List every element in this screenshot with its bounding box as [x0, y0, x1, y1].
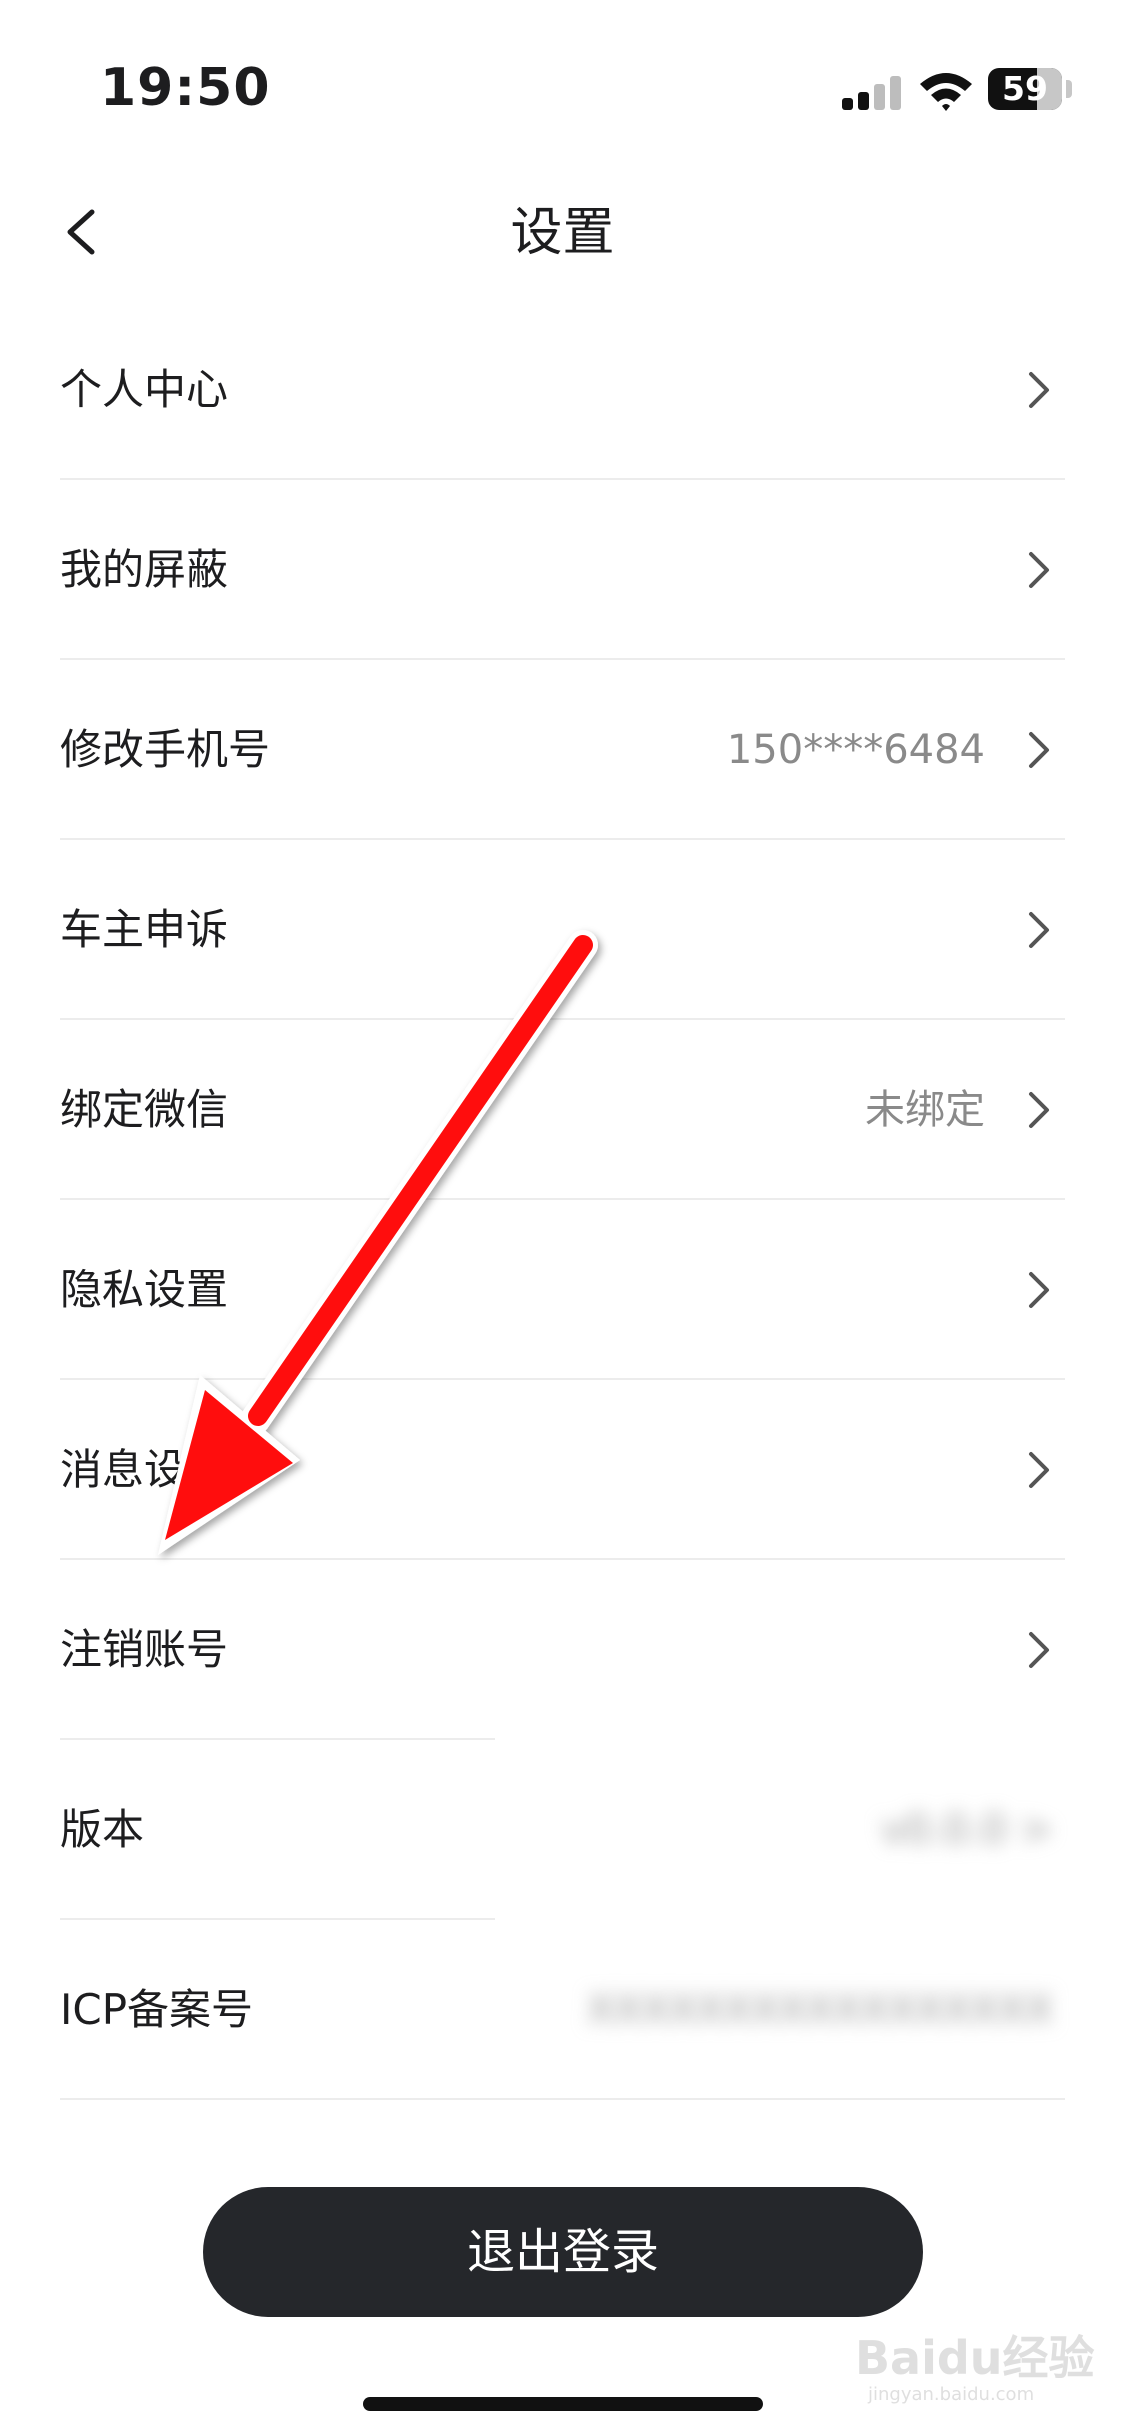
baidu-watermark: Baidu经验: [855, 2331, 1095, 2385]
row-label: 车主申诉: [60, 905, 229, 954]
chevron-right-icon: [1029, 732, 1049, 768]
settings-list: 个人中心 我的屏蔽 修改手机号 150****6484 车主申诉 绑定微信 未绑…: [0, 300, 1125, 2100]
row-label: 版本: [60, 1805, 145, 1854]
row-label: 注销账号: [60, 1625, 229, 1674]
row-privacy-settings[interactable]: 隐私设置: [0, 1200, 1125, 1380]
row-label: 我的屏蔽: [60, 545, 229, 594]
chevron-right-icon: [1029, 1632, 1049, 1668]
cellular-signal-icon: [842, 76, 902, 110]
row-delete-account[interactable]: 注销账号: [0, 1560, 1125, 1740]
icp-value-blurred: XXXXXXXXXXXXXXXXX: [587, 1987, 1053, 2033]
row-label: 修改手机号: [60, 725, 271, 774]
status-time: 19:50: [100, 58, 271, 118]
row-owner-appeal[interactable]: 车主申诉: [0, 840, 1125, 1020]
chevron-right-icon: [1029, 552, 1049, 588]
row-label: 消息设: [60, 1445, 187, 1494]
battery-icon: 59: [988, 68, 1062, 110]
wifi-icon: [920, 73, 972, 111]
phone-number-value: 150****6484: [726, 727, 985, 773]
row-my-blocked[interactable]: 我的屏蔽: [0, 480, 1125, 660]
row-label: 个人中心: [60, 365, 229, 414]
row-version: 版本 v0.0.0 >: [0, 1740, 1125, 1920]
row-message-settings[interactable]: 消息设: [0, 1380, 1125, 1560]
battery-percent: 59: [1002, 69, 1048, 108]
row-label: ICP备案号: [60, 1985, 254, 2034]
chevron-right-icon: [1029, 912, 1049, 948]
chevron-right-icon: [1029, 372, 1049, 408]
page-title: 设置: [510, 203, 615, 263]
chevron-right-icon: [1029, 1452, 1049, 1488]
row-bind-wechat[interactable]: 绑定微信 未绑定: [0, 1020, 1125, 1200]
chevron-right-icon: [1029, 1092, 1049, 1128]
home-indicator[interactable]: [363, 2397, 763, 2411]
status-bar: 19:50 59: [0, 0, 1125, 170]
version-value-blurred: v0.0.0 >: [881, 1807, 1053, 1853]
logout-button[interactable]: 退出登录: [203, 2187, 923, 2317]
row-change-phone[interactable]: 修改手机号 150****6484: [0, 660, 1125, 840]
nav-bar: 设置: [0, 170, 1125, 290]
row-icp-number: ICP备案号 XXXXXXXXXXXXXXXXX: [0, 1920, 1125, 2100]
divider: [60, 2098, 1065, 2100]
row-label: 隐私设置: [60, 1265, 229, 1314]
baidu-watermark-url: jingyan.baidu.com: [868, 2384, 1035, 2405]
row-personal-center[interactable]: 个人中心: [0, 300, 1125, 480]
battery-nub: [1066, 80, 1072, 98]
chevron-right-icon: [1029, 1272, 1049, 1308]
row-label: 绑定微信: [60, 1085, 229, 1134]
wechat-bind-status: 未绑定: [865, 1087, 985, 1133]
